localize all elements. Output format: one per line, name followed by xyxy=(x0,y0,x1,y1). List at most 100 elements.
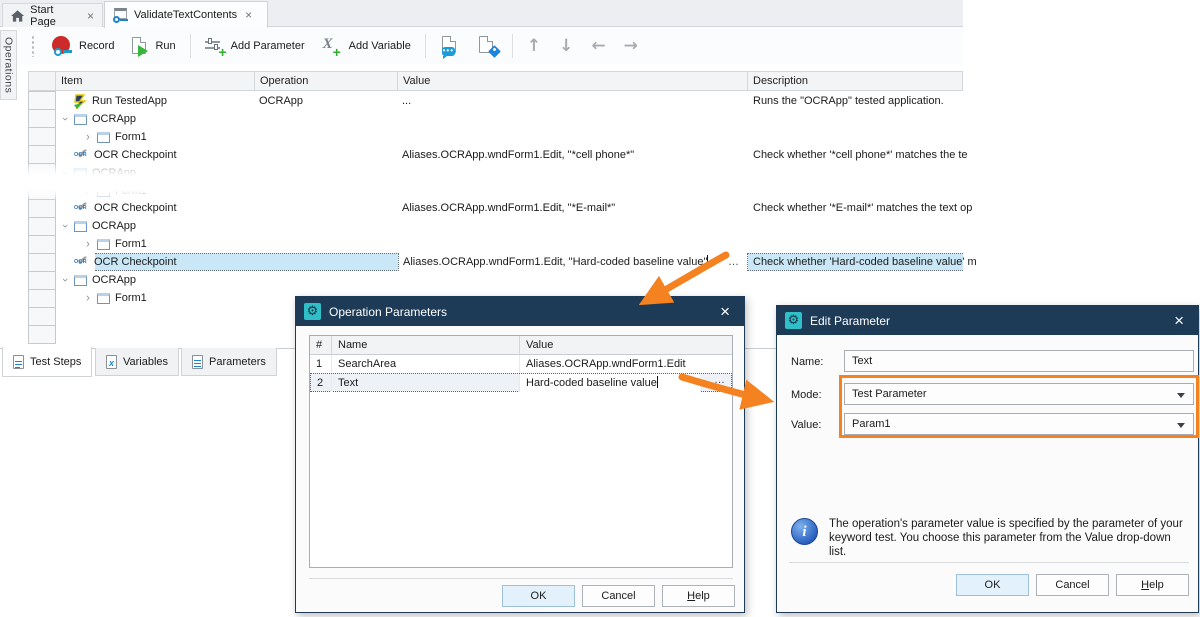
row-gutter xyxy=(28,199,56,218)
close-icon[interactable]: × xyxy=(1168,313,1190,329)
step-item-label: Form1 xyxy=(115,128,147,146)
cancel-button[interactable]: Cancel xyxy=(1036,574,1109,596)
row-gutter xyxy=(28,253,56,272)
add-parameter-button[interactable]: + Add Parameter xyxy=(196,34,314,59)
row-gutter xyxy=(28,235,56,254)
indent-left-button[interactable]: ← xyxy=(582,36,614,56)
operations-panel-label: Operations xyxy=(3,37,15,93)
step-item-label: Form1 xyxy=(115,235,147,253)
annotation-highlight-box xyxy=(839,375,1199,438)
table-row[interactable]: ✔OCR OCR Checkpoint Aliases.OCRApp.wndFo… xyxy=(56,146,963,164)
indent-right-button[interactable]: → xyxy=(615,36,647,56)
add-variable-label: Add Variable xyxy=(349,40,411,52)
param-value-editing[interactable]: Hard-coded baseline value xyxy=(526,377,657,389)
expander-expanded-icon[interactable]: › xyxy=(56,219,74,233)
variables-icon: x xyxy=(106,355,117,369)
operations-panel-tab[interactable]: Operations xyxy=(0,30,17,100)
move-down-button[interactable]: ↓ xyxy=(550,36,582,56)
table-row[interactable]: › OCRApp xyxy=(56,271,963,289)
column-header-value[interactable]: Value xyxy=(398,71,748,91)
tab-label: ValidateTextContents xyxy=(134,9,237,21)
help-button[interactable]: Help xyxy=(662,585,735,607)
parameters-table: # Name Value 1 SearchArea Aliases.OCRApp… xyxy=(309,335,733,568)
param-name: SearchArea xyxy=(332,355,520,373)
param-num: 2 xyxy=(311,374,332,392)
label-button[interactable] xyxy=(469,32,507,60)
add-variable-button[interactable]: X+ Add Variable xyxy=(314,34,420,59)
close-icon[interactable]: × xyxy=(87,11,94,21)
window-icon xyxy=(97,132,110,143)
tab-variables[interactable]: x Variables xyxy=(95,348,179,376)
step-description: Check whether 'Hard-coded baseline value… xyxy=(748,253,963,271)
row-gutter xyxy=(28,145,56,164)
row-gutter xyxy=(28,325,56,344)
run-button[interactable]: Run xyxy=(123,33,184,60)
dialog-titlebar[interactable]: ⚙ Edit Parameter × xyxy=(777,306,1198,335)
toolbar-separator xyxy=(425,34,426,58)
table-row[interactable]: › OCRApp xyxy=(56,217,963,235)
fade-overlay-top xyxy=(28,163,963,177)
step-value-editing[interactable]: Aliases.OCRApp.wndForm1.Edit, "Hard-code… xyxy=(403,256,707,268)
table-row-selected[interactable]: ✔OCR OCR Checkpoint Aliases.OCRApp.wndFo… xyxy=(56,253,963,271)
step-value: Aliases.OCRApp.wndForm1.Edit, "*cell pho… xyxy=(398,146,748,164)
row-gutter xyxy=(28,289,56,308)
run-icon xyxy=(132,37,149,56)
expander-expanded-icon[interactable]: › xyxy=(56,112,74,126)
param-value: Aliases.OCRApp.wndForm1.Edit xyxy=(520,355,732,373)
name-field[interactable]: Text xyxy=(844,350,1194,372)
add-parameter-icon: + xyxy=(205,38,225,55)
column-header-item[interactable]: Item xyxy=(56,71,255,91)
tab-parameters[interactable]: Parameters xyxy=(181,348,277,376)
ellipsis-button[interactable]: … xyxy=(714,374,725,386)
table-row[interactable]: › Form1 xyxy=(56,235,963,253)
tag-page-icon xyxy=(478,36,498,56)
ok-button[interactable]: OK xyxy=(502,585,575,607)
table-row[interactable]: Run TestedApp OCRApp ... Runs the "OCRAp… xyxy=(56,92,963,110)
help-button[interactable]: Help xyxy=(1116,574,1189,596)
window-icon xyxy=(74,221,87,232)
row-gutter xyxy=(28,91,56,110)
step-description: Runs the "OCRApp" tested application. xyxy=(748,92,963,110)
parameters-icon xyxy=(192,355,203,369)
step-item-label: Run TestedApp xyxy=(92,92,167,110)
tab-validatetextcontents[interactable]: ValidateTextContents × xyxy=(104,1,268,28)
close-icon[interactable]: × xyxy=(245,10,252,20)
tab-label: Parameters xyxy=(209,356,266,368)
expander-collapsed-icon[interactable]: › xyxy=(81,288,95,308)
step-item-label: OCR Checkpoint xyxy=(94,253,177,271)
ok-button[interactable]: OK xyxy=(956,574,1029,596)
param-name: Text xyxy=(332,374,520,392)
column-header-name: Name xyxy=(332,336,520,355)
home-icon xyxy=(11,10,24,22)
column-header-operation[interactable]: Operation xyxy=(255,71,398,91)
row-gutter xyxy=(28,307,56,326)
keyword-test-icon xyxy=(113,8,128,23)
toolbar-separator xyxy=(190,34,191,58)
tab-test-steps[interactable]: Test Steps xyxy=(2,347,92,377)
step-item-label: OCRApp xyxy=(92,271,136,289)
comment-button[interactable]: ••• xyxy=(431,32,469,60)
toolbar-grip[interactable] xyxy=(31,35,35,57)
add-parameter-label: Add Parameter xyxy=(231,40,305,52)
gear-icon: ⚙ xyxy=(785,312,802,329)
expander-expanded-icon[interactable]: › xyxy=(56,273,74,287)
ocr-checkpoint-icon: ✔OCR xyxy=(74,255,91,270)
tab-label: Start Page xyxy=(30,4,79,28)
table-row[interactable]: ✔OCR OCR Checkpoint Aliases.OCRApp.wndFo… xyxy=(56,199,963,217)
record-button[interactable]: Record xyxy=(43,32,123,60)
column-header-description[interactable]: Description xyxy=(748,71,963,91)
dialog-titlebar[interactable]: ⚙ Operation Parameters × xyxy=(296,297,744,326)
dialog-separator xyxy=(309,578,733,579)
tab-start-page[interactable]: Start Page × xyxy=(2,3,103,27)
step-operation: OCRApp xyxy=(257,92,397,110)
table-row[interactable]: › OCRApp xyxy=(56,110,963,128)
text-caret xyxy=(707,255,708,267)
step-item-label: OCRApp xyxy=(92,217,136,235)
info-icon: i xyxy=(791,518,818,545)
ellipsis-button[interactable]: … xyxy=(728,253,739,271)
close-icon[interactable]: × xyxy=(714,304,736,320)
move-up-button[interactable]: ↑ xyxy=(518,36,550,56)
table-row[interactable]: › Form1 xyxy=(56,128,963,146)
cancel-button[interactable]: Cancel xyxy=(582,585,655,607)
ocr-checkpoint-icon: ✔OCR xyxy=(74,201,91,216)
